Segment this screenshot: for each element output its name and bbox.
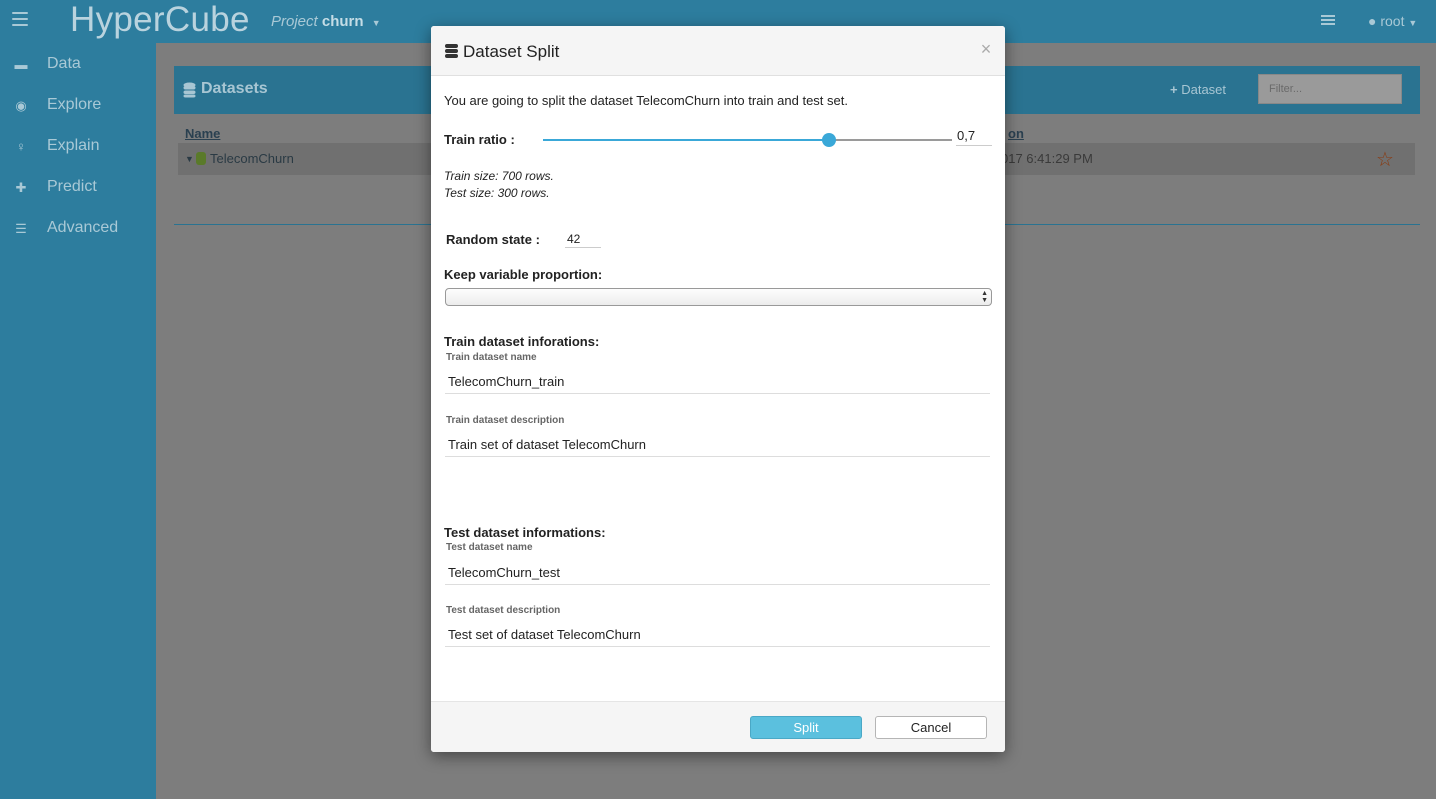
lightbulb-icon: ♀ (16, 139, 26, 154)
datasets-title: Datasets (201, 80, 268, 97)
train-description-label: Train dataset description (446, 415, 565, 426)
test-size-text: Test size: 300 rows. (444, 186, 550, 200)
sidebar-item-label: Data (47, 55, 81, 72)
split-intro-text: You are going to split the dataset Telec… (444, 93, 848, 108)
filter-input[interactable]: Filter... (1258, 74, 1402, 104)
sidebar-item-predict[interactable]: ✚ Predict (0, 169, 156, 207)
split-button[interactable]: Split (750, 716, 862, 739)
column-header-created-on[interactable]: on (1008, 126, 1024, 141)
select-arrows-icon: ▲ ▼ (981, 290, 988, 304)
train-ratio-label: Train ratio : (444, 132, 515, 147)
add-dataset-label: Dataset (1181, 82, 1227, 97)
project-dropdown[interactable]: Project churn ▼ (271, 13, 381, 30)
puzzle-icon: ✚ (15, 180, 27, 195)
database-icon (183, 82, 196, 98)
train-size-text: Train size: 700 rows. (444, 169, 554, 183)
train-name-input[interactable] (445, 370, 990, 394)
random-state-label: Random state : (446, 232, 540, 247)
test-description-input[interactable] (445, 623, 990, 647)
slider-fill (543, 139, 829, 141)
sidebar-item-label: Explore (47, 96, 102, 113)
eye-icon: ◉ (15, 98, 27, 113)
project-name: churn (321, 13, 364, 30)
sidebar-item-label: Advanced (47, 219, 119, 236)
sidebar-item-explain[interactable]: ♀ Explain (0, 128, 156, 166)
sidebar-item-explore[interactable]: ◉ Explore (0, 87, 156, 125)
modal-footer: Split Cancel (431, 701, 1005, 752)
train-name-label: Train dataset name (446, 352, 537, 363)
project-label: Project (271, 13, 318, 30)
test-description-label: Test dataset description (446, 605, 561, 616)
user-name: root (1380, 13, 1405, 29)
archive-icon: ▬ (14, 57, 28, 72)
sidebar-item-label: Explain (47, 137, 100, 154)
user-icon: ● (1368, 13, 1377, 29)
close-icon[interactable]: × (979, 40, 993, 58)
test-section-title: Test dataset informations: (444, 525, 606, 540)
dataset-name[interactable]: TelecomChurn (210, 151, 294, 166)
dataset-date: 017 6:41:29 PM (1001, 151, 1093, 166)
train-ratio-slider[interactable] (543, 133, 952, 147)
train-ratio-input[interactable] (956, 125, 992, 146)
sidebar-item-advanced[interactable]: ☰ Advanced (0, 210, 156, 248)
database-icon (196, 152, 206, 165)
column-header-name[interactable]: Name (185, 126, 220, 141)
star-icon[interactable]: ☆ (1376, 147, 1394, 172)
add-dataset-button[interactable]: + Dataset (1170, 82, 1226, 97)
train-description-input[interactable] (445, 433, 990, 457)
keep-proportion-label: Keep variable proportion: (444, 267, 603, 282)
test-name-label: Test dataset name (446, 542, 533, 553)
user-menu[interactable]: ● root ▼ (1368, 13, 1417, 29)
modal-title: Dataset Split (463, 42, 560, 61)
caret-down-icon: ▼ (1408, 18, 1418, 28)
hamburger-menu-icon[interactable] (12, 12, 28, 28)
cancel-button[interactable]: Cancel (875, 716, 987, 739)
sidebar-item-data[interactable]: ▬ Data (0, 46, 156, 84)
slider-handle[interactable] (822, 133, 836, 147)
keep-proportion-select[interactable]: ▲ ▼ (445, 288, 992, 306)
database-icon (445, 44, 458, 59)
tasks-icon[interactable] (1321, 15, 1335, 27)
caret-down-icon: ▼ (371, 18, 381, 28)
random-state-input[interactable] (565, 230, 601, 248)
sidebar: ▬ Data ◉ Explore ♀ Explain ✚ Predict ☰ A… (0, 43, 156, 799)
sliders-icon: ☰ (15, 221, 27, 236)
dataset-split-modal: Dataset Split × You are going to split t… (431, 26, 1005, 752)
test-name-input[interactable] (445, 561, 990, 585)
modal-header: Dataset Split × (431, 26, 1005, 76)
brand-logo[interactable]: HyperCube (70, 0, 250, 40)
sidebar-item-label: Predict (47, 178, 97, 195)
train-section-title: Train dataset inforations: (444, 334, 600, 349)
caret-down-icon[interactable]: ▼ (185, 154, 194, 164)
plus-icon: + (1170, 82, 1178, 97)
